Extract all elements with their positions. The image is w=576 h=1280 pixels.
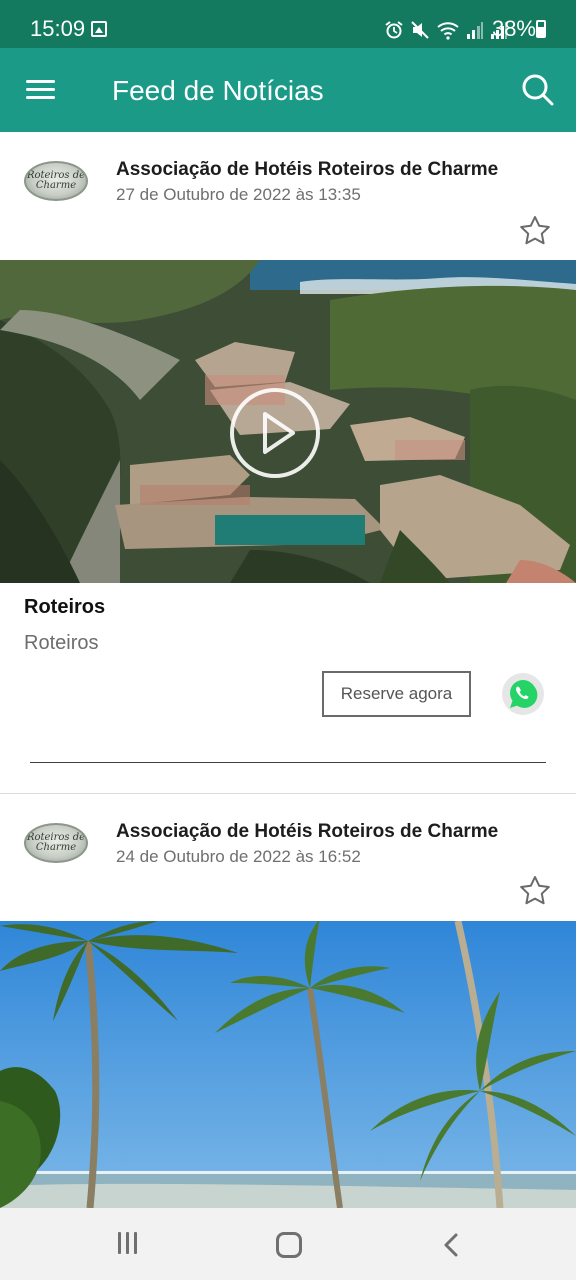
play-icon[interactable] (230, 388, 320, 478)
app-bar: Feed de Notícias (0, 48, 576, 132)
author-logo-text: Roteiros de Charme (26, 832, 86, 853)
author-logo: Roteiros de Charme (24, 161, 88, 201)
feed-post: Roteiros de Charme Associação de Hotéis … (0, 794, 576, 1208)
author-logo: Roteiros de Charme (24, 823, 88, 863)
battery-icon (536, 20, 546, 38)
post-image[interactable] (0, 921, 576, 1208)
news-feed[interactable]: Roteiros de Charme Associação de Hotéis … (0, 132, 576, 1208)
feed-post: Roteiros de Charme Associação de Hotéis … (0, 132, 576, 792)
status-time: 15:09 (30, 16, 86, 41)
reserve-button[interactable]: Reserve agora (322, 671, 471, 717)
alarm-icon (385, 21, 403, 39)
post-author: Associação de Hotéis Roteiros de Charme (116, 159, 499, 180)
beach-photo (0, 921, 576, 1208)
page-title: Feed de Notícias (112, 75, 324, 106)
home-icon[interactable] (276, 1232, 302, 1258)
post-subtitle: Roteiros (24, 632, 99, 654)
status-bar: 15:09 38% (0, 0, 576, 48)
search-icon[interactable] (520, 72, 556, 108)
star-outline-icon[interactable] (518, 874, 552, 908)
post-date: 27 de Outubro de 2022 às 13:35 (116, 185, 361, 204)
signal-icon (467, 22, 483, 39)
gallery-icon (91, 21, 107, 37)
divider (30, 762, 546, 763)
recent-apps-icon[interactable] (116, 1232, 140, 1256)
star-outline-icon[interactable] (518, 214, 552, 248)
post-title: Roteiros (24, 596, 106, 618)
wifi-icon (437, 22, 459, 40)
back-icon[interactable] (440, 1232, 464, 1258)
post-author: Associação de Hotéis Roteiros de Charme (116, 821, 499, 842)
battery-percentage: 38% (491, 16, 536, 41)
whatsapp-icon[interactable] (500, 671, 546, 717)
system-nav-bar (0, 1208, 576, 1280)
mute-icon (411, 21, 429, 39)
post-date: 24 de Outubro de 2022 às 16:52 (116, 847, 361, 866)
author-logo-text: Roteiros de Charme (26, 170, 86, 191)
status-icons (384, 18, 508, 42)
menu-icon[interactable] (22, 74, 60, 104)
post-video[interactable] (0, 260, 576, 583)
